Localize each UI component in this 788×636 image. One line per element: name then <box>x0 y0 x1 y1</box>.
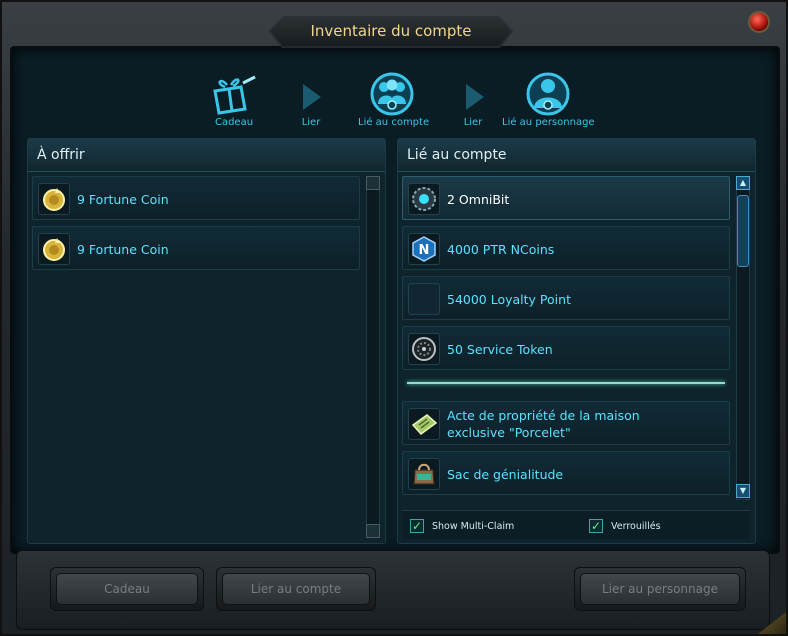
scroll-up-button[interactable]: ▲ <box>736 176 750 190</box>
character-bound-icon <box>526 72 570 116</box>
arrow-right-icon <box>466 84 484 110</box>
loyalty-point-icon <box>408 283 440 315</box>
item-label: 9 Fortune Coin <box>77 192 169 207</box>
list-item[interactable]: Acte de propriété de la maison exclusive… <box>402 401 730 445</box>
item-label: 2 OmniBit <box>447 192 510 207</box>
list-item[interactable]: 9 Fortune Coin <box>32 226 360 270</box>
checkbox-label: Show Multi-Claim <box>432 521 515 532</box>
bind-character-button[interactable]: Lier au personnage <box>580 573 740 605</box>
list-item[interactable]: 9 Fortune Coin <box>32 176 360 220</box>
omnibit-icon <box>408 183 440 215</box>
account-bound-panel: Lié au compte 2 OmniBit N 4000 PTR NCoin… <box>397 138 756 544</box>
list-divider <box>407 382 725 384</box>
ncoin-icon: N <box>408 233 440 265</box>
item-label: Acte de propriété de la maison <box>447 408 640 423</box>
bind-account-button[interactable]: Lier au compte <box>222 573 370 605</box>
service-token-icon <box>408 333 440 365</box>
item-label: 50 Service Token <box>447 342 553 357</box>
title-plate: Inventaire du compte <box>268 14 514 48</box>
step-label: Cadeau <box>214 117 254 128</box>
svg-text:N: N <box>419 243 430 258</box>
step-label: Lier <box>463 117 483 128</box>
scroll-up-button[interactable] <box>366 176 380 190</box>
step-label: Lié au compte <box>358 117 430 128</box>
window-title: Inventaire du compte <box>310 22 472 40</box>
list-item[interactable]: N 4000 PTR NCoins <box>402 226 730 270</box>
fortune-coin-icon <box>38 183 70 215</box>
step-label: Lié au personnage <box>502 117 595 128</box>
list-item[interactable]: 50 Service Token <box>402 326 730 370</box>
checkbox-label: Verrouillés <box>611 521 661 532</box>
item-label: 54000 Loyalty Point <box>447 292 571 307</box>
arrow-right-icon <box>303 84 321 110</box>
item-label-line2: exclusive "Porcelet" <box>447 425 571 440</box>
gift-icon <box>213 75 256 115</box>
list-item[interactable]: 2 OmniBit <box>402 176 730 220</box>
scroll-down-button[interactable] <box>366 524 380 538</box>
step-gift: Cadeau <box>208 72 260 128</box>
locked-checkbox[interactable]: ✓ <box>589 519 603 533</box>
item-label: Sac de génialitude <box>447 467 564 482</box>
step-label: Lier <box>301 117 321 128</box>
panel-title: Lié au compte <box>407 147 507 163</box>
step-character-bound: Lié au personnage <box>502 72 595 128</box>
item-label: 9 Fortune Coin <box>77 242 169 257</box>
bag-icon <box>408 458 440 490</box>
scroll-thumb[interactable] <box>737 195 749 267</box>
list-item[interactable]: 54000 Loyalty Point <box>402 276 730 320</box>
account-bound-icon <box>370 72 414 116</box>
scroll-down-button[interactable]: ▼ <box>736 484 750 498</box>
gift-button[interactable]: Cadeau <box>56 573 198 605</box>
item-label: 4000 PTR NCoins <box>447 242 555 257</box>
panel-title: À offrir <box>37 147 85 163</box>
deed-icon <box>408 408 440 440</box>
list-item[interactable]: Sac de génialitude <box>402 451 730 495</box>
show-multi-claim-checkbox[interactable]: ✓ <box>410 519 424 533</box>
close-button[interactable] <box>748 11 770 33</box>
bind-steps: Cadeau Lier Lié au compte Lier Lié au pe… <box>0 72 788 132</box>
fortune-coin-icon <box>38 233 70 265</box>
step-account-bound: Lié au compte <box>358 72 430 128</box>
gift-panel: À offrir 9 Fortune Coin 9 Fortune Coin <box>27 138 386 544</box>
scrollbar[interactable] <box>366 176 380 538</box>
